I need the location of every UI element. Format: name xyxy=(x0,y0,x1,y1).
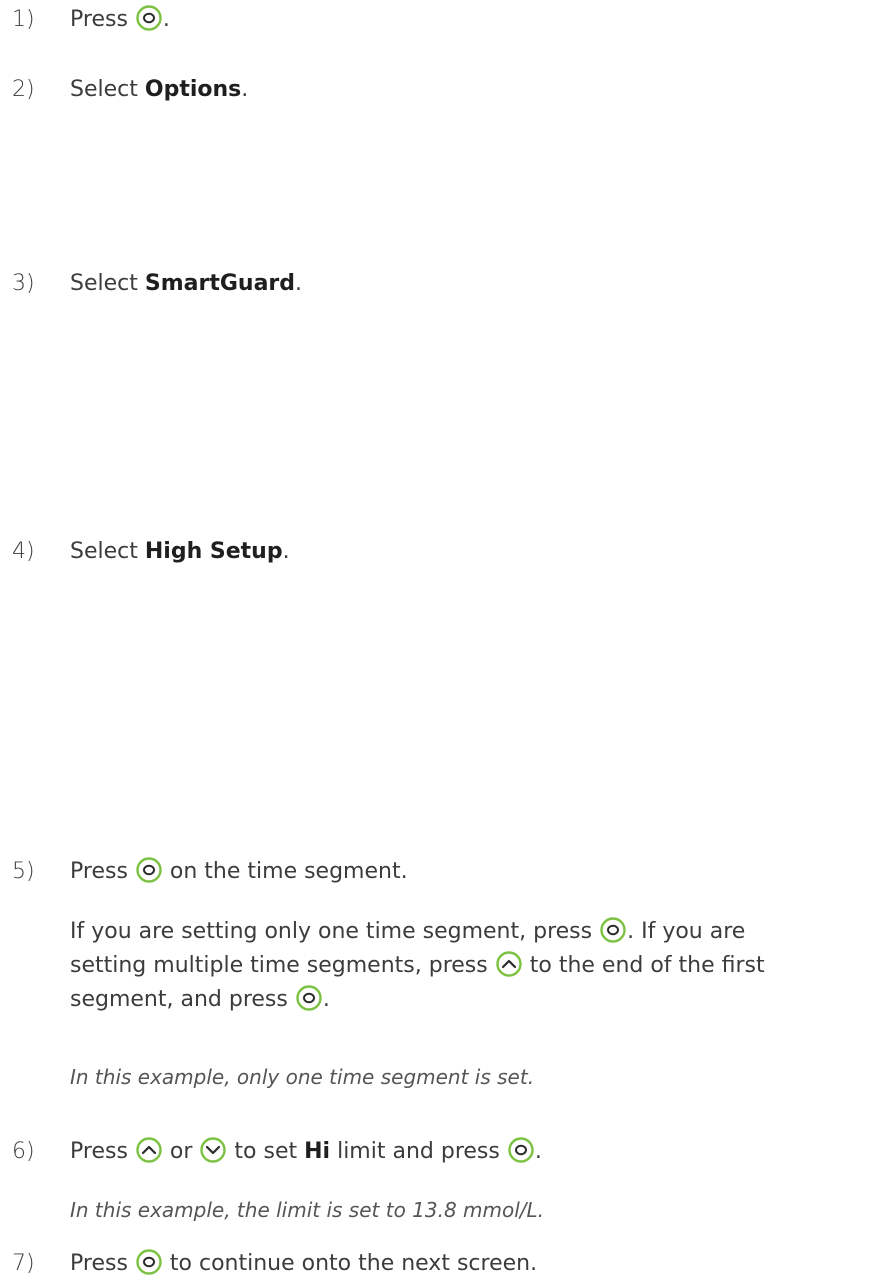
select-button-icon xyxy=(136,5,162,31)
step-number: 5) xyxy=(12,859,35,884)
select-button-icon xyxy=(508,1137,534,1163)
detail-line-2: setting multiple time segments, press to… xyxy=(70,951,765,978)
step-number: 3) xyxy=(12,271,35,296)
step-text: Select High Setup. xyxy=(70,539,290,564)
step-keyword: High Setup xyxy=(144,539,283,564)
select-button-icon xyxy=(136,1249,162,1275)
down-button-icon xyxy=(200,1137,227,1163)
step-5-note: In this example, only one time segment i… xyxy=(70,1065,535,1089)
step-text: Press to continue onto the next screen. xyxy=(70,1249,538,1276)
step-number: 1) xyxy=(12,7,35,32)
step-number: 7) xyxy=(12,1251,35,1276)
step-keyword: SmartGuard xyxy=(144,271,296,296)
step-text: Press on the time segment. xyxy=(70,857,408,884)
step-keyword: Options xyxy=(144,77,242,102)
select-button-icon xyxy=(296,985,322,1011)
select-button-icon xyxy=(600,917,626,943)
step-6-note: In this example, the limit is set to 13.… xyxy=(70,1198,545,1222)
step-number: 2) xyxy=(12,77,35,102)
detail-line-3: segment, and press . xyxy=(70,985,330,1012)
step-number: 4) xyxy=(12,539,35,564)
step-text: Select SmartGuard. xyxy=(70,271,303,296)
step-number: 6) xyxy=(12,1139,35,1164)
step-keyword: Hi xyxy=(304,1139,331,1164)
up-button-icon xyxy=(136,1137,162,1163)
step-text: Press or to set Hi limit and press . xyxy=(70,1137,542,1164)
step-text: Select Options. xyxy=(70,77,249,102)
select-button-icon xyxy=(136,857,162,883)
detail-line-1: If you are setting only one time segment… xyxy=(70,917,746,944)
up-button-icon xyxy=(496,951,522,977)
step-5-detail: If you are setting only one time segment… xyxy=(70,915,870,1017)
step-text: Press . xyxy=(70,5,170,32)
